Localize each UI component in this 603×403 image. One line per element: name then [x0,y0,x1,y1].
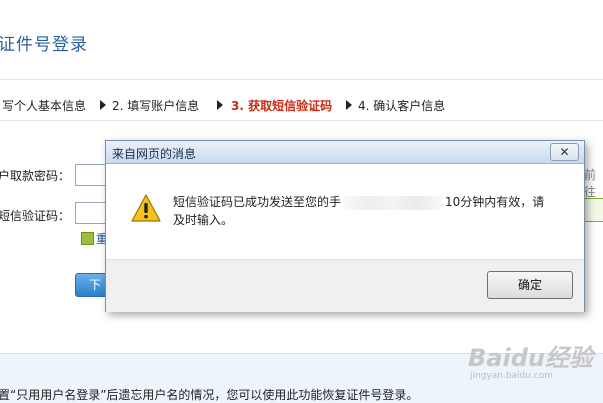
step-3-active: 3. 获取短信验证码 [231,99,333,113]
step-4: 4. 确认客户信息 [358,99,446,113]
redacted-phone [343,195,444,210]
status-box [584,198,603,222]
watermark-logo: Baidu经验 jingyan.baidu.com [468,338,600,384]
dialog-title: 来自网页的消息 [112,147,197,161]
step-arrow-icon [346,100,352,110]
dialog-titlebar[interactable]: 来自网页的消息 ✕ [106,141,584,164]
sms-code-label: 短信验证码： [0,209,71,223]
watermark-main: Baidu经验 [468,344,593,372]
ok-button[interactable]: 确定 [487,271,573,299]
title-divider [0,79,603,80]
steps-divider [0,120,603,121]
close-icon[interactable]: ✕ [550,143,579,161]
alert-dialog: 来自网页的消息 ✕ 短信验证码已成功发送至您的手 10分钟内有效，请及时输入。 确… [105,140,585,312]
dialog-message-part1: 短信验证码已成功发送至您的手 [173,195,342,209]
page-title: 证件号登录 [0,35,88,55]
password-label: 户取款密码： [0,169,71,183]
step-arrow-icon [217,100,223,110]
step-progress: 写个人基本信息 2. 填写账户信息 3. 获取短信验证码 4. 确认客户信息 [0,90,603,120]
step-2: 2. 填写账户信息 [112,99,200,113]
resend-icon [81,232,94,245]
dialog-footer: 确定 [106,259,584,312]
go-link[interactable]: 前往 [584,166,603,200]
dialog-body: 短信验证码已成功发送至您的手 10分钟内有效，请及时输入。 [106,164,584,259]
watermark-sub: jingyan.baidu.com [470,371,554,381]
step-arrow-icon [100,100,106,110]
step-1: 写个人基本信息 [2,99,87,113]
dialog-message: 短信验证码已成功发送至您的手 10分钟内有效，请及时输入。 [173,193,553,229]
warning-icon [131,194,161,222]
footer-note: 置“只用用户名登录”后遗忘用户名的情况，您可以使用此功能恢复证件号登录。 [0,388,419,402]
